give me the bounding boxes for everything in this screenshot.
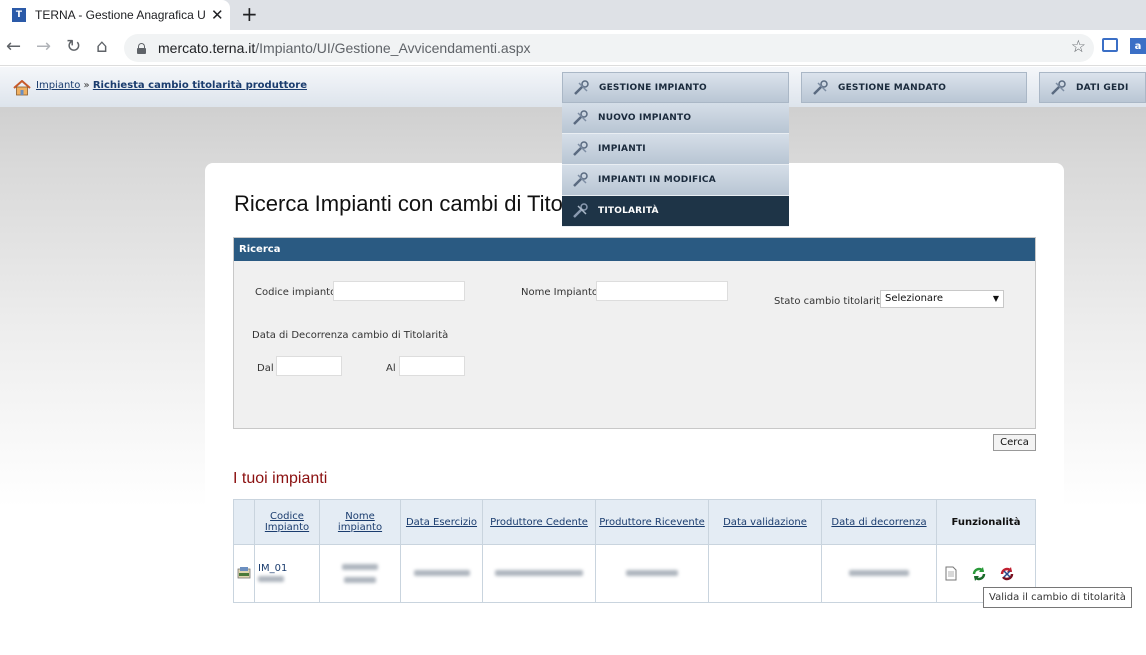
cell-data-decorrenza xyxy=(821,544,937,603)
breadcrumb-current[interactable]: Richiesta cambio titolarità produttore xyxy=(93,80,307,91)
al-date-input[interactable] xyxy=(399,356,465,376)
browser-tab[interactable]: T TERNA - Gestione Anagrafica Uni ✕ xyxy=(0,0,230,30)
page-content: Impianto » Richiesta cambio titolarità p… xyxy=(0,67,1146,655)
codice-impianto-label: Codice impianto xyxy=(255,287,337,298)
menu-item-impianti-in-modifica[interactable]: IMPIANTI IN MODIFICA xyxy=(562,165,789,196)
row-icon-cell xyxy=(233,544,255,603)
menu-gestione-impianto[interactable]: GESTIONE IMPIANTO xyxy=(562,72,789,103)
cell-nome-impianto xyxy=(319,544,401,603)
menu-item-titolarita[interactable]: TITOLARITÀ xyxy=(562,196,789,227)
menu-item-nuovo-impianto[interactable]: NUOVO IMPIANTO xyxy=(562,103,789,134)
terna-favicon-icon: T xyxy=(12,8,26,22)
bookmark-star-icon[interactable]: ☆ xyxy=(1071,37,1086,57)
document-icon[interactable] xyxy=(944,566,958,581)
stato-cambio-label: Stato cambio titolarità xyxy=(774,296,886,307)
gestione-impianto-dropdown: NUOVO IMPIANTO IMPIANTI IMPIANTI IN MODI… xyxy=(562,103,789,227)
house-icon xyxy=(13,80,31,96)
browser-tab-bar: T TERNA - Gestione Anagrafica Uni ✕ + xyxy=(0,0,1146,30)
tools-icon xyxy=(573,141,588,156)
header-data-esercizio[interactable]: Data Esercizio xyxy=(400,499,483,545)
nome-impianto-label: Nome Impianto xyxy=(521,287,598,298)
tab-title: TERNA - Gestione Anagrafica Uni xyxy=(35,8,205,22)
tools-icon xyxy=(573,110,588,125)
tools-icon xyxy=(813,79,828,95)
cell-data-esercizio xyxy=(400,544,483,603)
stato-cambio-select[interactable]: Selezionare ▼ xyxy=(880,290,1004,308)
header-produttore-cedente[interactable]: Produttore Cedente xyxy=(482,499,596,545)
reject-arrows-icon[interactable] xyxy=(999,566,1015,582)
results-table: Codice Impianto Nome impianto Data Eserci… xyxy=(233,499,1036,603)
redacted-text xyxy=(495,570,583,576)
al-label: Al xyxy=(386,363,396,374)
table-row: IM_01 xyxy=(233,544,1036,603)
home-icon[interactable]: ⌂ xyxy=(96,36,107,57)
breadcrumb: Impianto » Richiesta cambio titolarità p… xyxy=(36,80,307,91)
redacted-text xyxy=(849,570,909,576)
menu-gestione-mandato[interactable]: GESTIONE MANDATO xyxy=(801,72,1027,103)
extension-icon[interactable] xyxy=(1102,38,1118,52)
header-icon-column xyxy=(233,499,255,545)
header-funzionalita: Funzionalità xyxy=(936,499,1036,545)
back-arrow-icon[interactable]: ← xyxy=(6,36,21,57)
menu-dati-gedi[interactable]: DATI GEDI xyxy=(1039,72,1146,103)
cell-produttore-ricevente xyxy=(595,544,709,603)
header-produttore-ricevente[interactable]: Produttore Ricevente xyxy=(595,499,709,545)
section-title: I tuoi impianti xyxy=(233,470,328,487)
data-decorrenza-label: Data di Decorrenza cambio di Titolarità xyxy=(252,330,449,341)
search-form: Ricerca Codice impianto Nome Impianto St… xyxy=(233,237,1036,429)
cerca-button[interactable]: Cerca xyxy=(993,434,1036,451)
dropdown-arrow-icon: ▼ xyxy=(992,294,999,303)
validate-arrows-icon[interactable] xyxy=(971,566,987,582)
reload-icon[interactable]: ↻ xyxy=(66,36,81,57)
codice-impianto-input[interactable] xyxy=(333,281,465,301)
menu-item-impianti[interactable]: IMPIANTI xyxy=(562,134,789,165)
cell-data-validazione xyxy=(708,544,822,603)
redacted-text xyxy=(342,563,378,570)
table-header-row: Codice Impianto Nome impianto Data Eserci… xyxy=(233,499,1036,545)
header-nome-impianto[interactable]: Nome impianto xyxy=(319,499,401,545)
lock-icon[interactable] xyxy=(137,42,146,54)
plant-icon xyxy=(237,566,251,578)
tools-icon xyxy=(1051,79,1066,95)
breadcrumb-link-impianto[interactable]: Impianto xyxy=(36,80,80,91)
redacted-text xyxy=(344,576,376,583)
header-data-decorrenza[interactable]: Data di decorrenza xyxy=(821,499,937,545)
main-panel: Ricerca Impianti con cambi di Titolarità… xyxy=(205,163,1064,655)
url-text: mercato.terna.it/Impianto/UI/Gestione_Av… xyxy=(158,40,531,56)
tools-icon xyxy=(574,79,589,95)
forward-arrow-icon[interactable]: → xyxy=(36,36,51,57)
redacted-text xyxy=(258,575,284,582)
close-tab-icon[interactable]: ✕ xyxy=(211,6,224,24)
cell-codice-impianto: IM_01 xyxy=(254,544,320,603)
redacted-text xyxy=(626,570,678,576)
address-bar[interactable]: mercato.terna.it/Impianto/UI/Gestione_Av… xyxy=(124,34,1094,62)
browser-toolbar: ← → ↻ ⌂ mercato.terna.it/Impianto/UI/Ges… xyxy=(0,30,1146,66)
tools-icon xyxy=(573,172,588,187)
new-tab-button[interactable]: + xyxy=(241,2,258,26)
search-header: Ricerca xyxy=(234,238,1035,261)
tools-icon xyxy=(573,203,588,218)
dal-label: Dal xyxy=(257,363,274,374)
cell-produttore-cedente xyxy=(482,544,596,603)
header-data-validazione[interactable]: Data validazione xyxy=(708,499,822,545)
profile-extension-icon[interactable]: a xyxy=(1130,38,1146,54)
nome-impianto-input[interactable] xyxy=(596,281,728,301)
redacted-text xyxy=(413,570,470,576)
page-title: Ricerca Impianti con cambi di Titolarità xyxy=(234,191,611,216)
header-codice-impianto[interactable]: Codice Impianto xyxy=(254,499,320,545)
tooltip: Valida il cambio di titolarità xyxy=(983,587,1132,608)
dal-date-input[interactable] xyxy=(276,356,342,376)
